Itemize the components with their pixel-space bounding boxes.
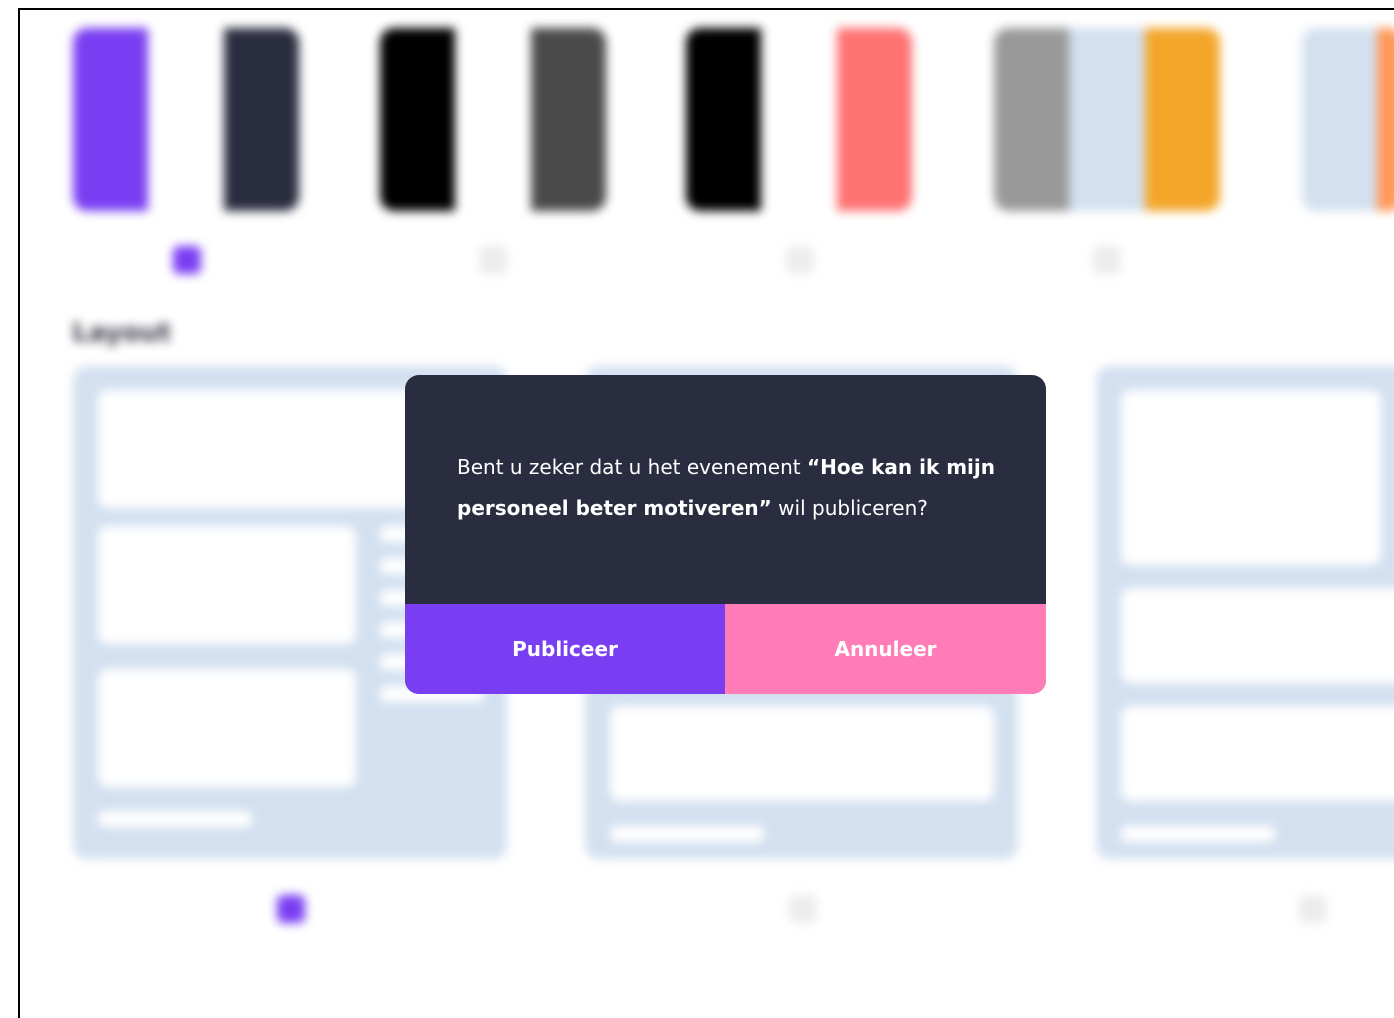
layout-radio-1[interactable] [277, 895, 305, 923]
theme-swatch-2[interactable] [380, 28, 606, 211]
theme-swatch-4[interactable] [994, 28, 1220, 211]
layout-radio-3[interactable] [1299, 895, 1327, 923]
theme-swatch-1[interactable] [73, 28, 299, 211]
cancel-button[interactable]: Annuleer [725, 604, 1046, 694]
publish-confirm-dialog: Bent u zeker dat u het evenement “Hoe ka… [405, 375, 1046, 694]
layout-section-title: Layout [72, 318, 172, 348]
theme-radio-1[interactable] [173, 246, 201, 274]
theme-radio-4[interactable] [1093, 246, 1121, 274]
theme-radio-2[interactable] [479, 246, 507, 274]
theme-radio-3[interactable] [786, 246, 814, 274]
dialog-button-row: Publiceer Annuleer [405, 604, 1046, 694]
theme-swatch-5[interactable] [1302, 28, 1394, 211]
layout-option-3[interactable] [1096, 366, 1394, 859]
publish-button[interactable]: Publiceer [405, 604, 725, 694]
dialog-message: Bent u zeker dat u het evenement “Hoe ka… [457, 447, 1017, 529]
theme-swatch-3[interactable] [686, 28, 912, 211]
dialog-message-suffix: wil publiceren? [771, 496, 928, 520]
layout-radio-2[interactable] [789, 895, 817, 923]
dialog-message-prefix: Bent u zeker dat u het evenement [457, 455, 807, 479]
